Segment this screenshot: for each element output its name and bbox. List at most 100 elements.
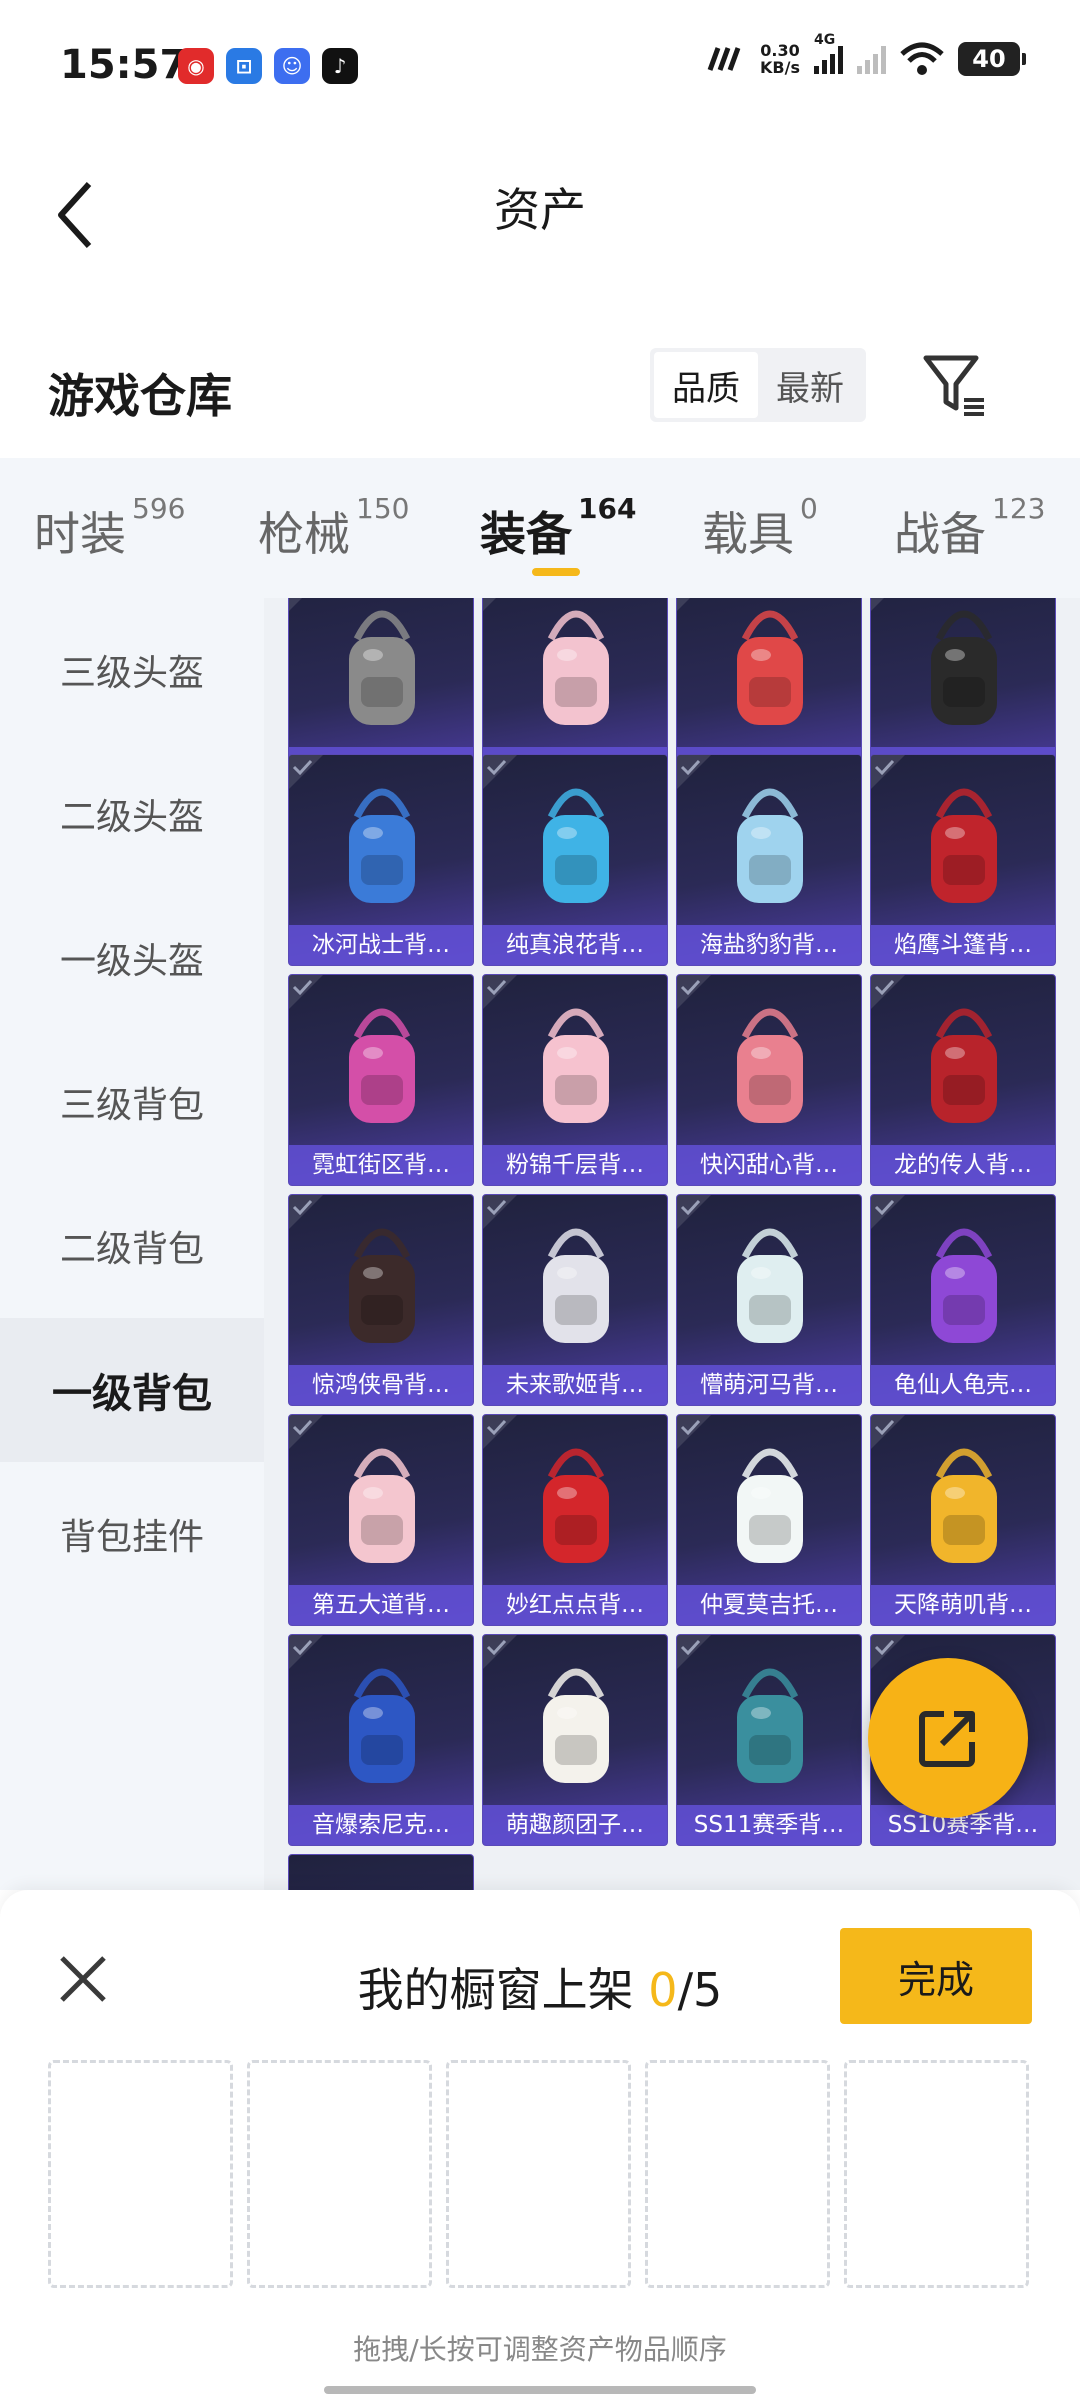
check-mark-icon xyxy=(483,598,496,611)
item-card[interactable]: 冰河战士背… xyxy=(288,754,474,966)
backpack-icon xyxy=(543,1448,609,1563)
tab-label: 载具 xyxy=(702,507,794,561)
item-name: 纯真浪花背… xyxy=(483,925,667,965)
item-card[interactable]: 纯真浪花背… xyxy=(482,754,668,966)
tiktok-icon: ♪ xyxy=(322,48,358,84)
item-name: 霓虹街区背… xyxy=(289,1145,473,1185)
backpack-icon xyxy=(931,1008,997,1123)
item-card[interactable]: 海盐豹豹背… xyxy=(676,754,862,966)
check-mark-icon xyxy=(483,1415,517,1449)
sidebar-item-backpack-1[interactable]: 一级背包 xyxy=(0,1318,264,1462)
tab-equipment[interactable]: 装备 164 xyxy=(480,492,636,564)
notification-icons: ◉ ⊡ ☺ ♪ xyxy=(178,48,358,84)
showcase-slot[interactable] xyxy=(446,2060,631,2288)
item-card[interactable]: 龟仙人龟壳… xyxy=(870,1194,1056,1406)
net-speed-unit: KB/s xyxy=(760,58,800,77)
item-name: 海盐豹豹背… xyxy=(677,925,861,965)
showcase-title-text: 我的橱窗上架 xyxy=(357,1963,634,2017)
backpack-icon xyxy=(349,1668,415,1783)
item-name: 妙红点点背… xyxy=(483,1585,667,1625)
check-mark-icon xyxy=(677,975,711,1009)
wifi-icon xyxy=(900,42,944,75)
sidebar-item-helmet-1[interactable]: 一级头盔 xyxy=(0,886,264,1030)
backpack-icon xyxy=(543,1668,609,1783)
share-button[interactable] xyxy=(868,1658,1028,1818)
item-card[interactable]: 霓虹街区背… xyxy=(288,974,474,1186)
backpack-icon xyxy=(543,1008,609,1123)
check-mark-icon xyxy=(289,1635,323,1669)
item-card[interactable]: 音爆索尼克… xyxy=(288,1634,474,1846)
item-name: 萌趣颜团子… xyxy=(483,1805,667,1845)
check-mark-icon xyxy=(483,1635,517,1669)
item-name: 快闪甜心背… xyxy=(677,1145,861,1185)
item-card[interactable]: SS11赛季背… xyxy=(676,1634,862,1846)
item-card-partial[interactable] xyxy=(288,1854,474,1890)
sort-quality[interactable]: 品质 xyxy=(654,352,758,418)
warehouse-title: 游戏仓库 xyxy=(48,369,232,423)
item-card[interactable]: 龙的传人背… xyxy=(870,974,1056,1186)
battery-icon: 40 xyxy=(958,42,1026,76)
backpack-icon xyxy=(349,610,415,725)
tab-combat-prep[interactable]: 战备 123 xyxy=(894,492,1045,564)
item-name: 音爆索尼克… xyxy=(289,1805,473,1845)
tab-vehicles[interactable]: 载具 0 xyxy=(702,492,818,564)
item-name: 龟仙人龟壳… xyxy=(871,1365,1055,1405)
backpack-icon xyxy=(737,610,803,725)
item-card[interactable]: 焰鹰斗篷背… xyxy=(870,754,1056,966)
showcase-count-total: /5 xyxy=(677,1963,723,2017)
nfc-icon xyxy=(707,47,741,71)
check-mark-icon xyxy=(871,975,905,1009)
sidebar-item-helmet-2[interactable]: 二级头盔 xyxy=(0,742,264,886)
showcase-slots xyxy=(48,2060,1029,2288)
sidebar-item-backpack-charm[interactable]: 背包挂件 xyxy=(0,1462,264,1606)
item-card[interactable]: 快闪甜心背… xyxy=(676,974,862,1186)
check-mark-icon xyxy=(677,1415,711,1449)
home-indicator[interactable] xyxy=(324,2386,756,2394)
item-card[interactable]: 未来歌姬背… xyxy=(482,1194,668,1406)
check-mark-icon xyxy=(289,1415,323,1449)
item-name: SS11赛季背… xyxy=(677,1805,861,1845)
check-mark-icon xyxy=(289,1195,323,1229)
item-card[interactable]: 粉锦千层背… xyxy=(482,974,668,1186)
item-name: 仲夏莫吉托… xyxy=(677,1585,861,1625)
tab-label: 枪械 xyxy=(258,507,350,561)
showcase-slot[interactable] xyxy=(48,2060,233,2288)
tab-count: 0 xyxy=(800,492,818,525)
page-title: 资产 xyxy=(494,183,586,237)
backpack-icon xyxy=(931,788,997,903)
backpack-icon xyxy=(737,788,803,903)
tab-count: 596 xyxy=(132,492,186,525)
showcase-slot[interactable] xyxy=(844,2060,1029,2288)
filter-button[interactable] xyxy=(920,350,990,420)
backpack-icon xyxy=(543,1228,609,1343)
sidebar-item-helmet-3[interactable]: 三级头盔 xyxy=(0,598,264,742)
item-card[interactable]: 惊鸿侠骨背… xyxy=(288,1194,474,1406)
backpack-icon xyxy=(349,788,415,903)
warehouse-header: 游戏仓库 品质 最新 xyxy=(0,330,1080,450)
item-card[interactable]: 懵萌河马背… xyxy=(676,1194,862,1406)
net-speed: 0.30 KB/s xyxy=(760,42,800,76)
item-card[interactable]: 第五大道背… xyxy=(288,1414,474,1626)
showcase-slot[interactable] xyxy=(645,2060,830,2288)
check-mark-icon xyxy=(677,1195,711,1229)
item-card[interactable]: 妙红点点背… xyxy=(482,1414,668,1626)
item-card[interactable]: 仲夏莫吉托… xyxy=(676,1414,862,1626)
tab-guns[interactable]: 枪械 150 xyxy=(258,492,409,564)
tab-count: 150 xyxy=(356,492,410,525)
item-name: 龙的传人背… xyxy=(871,1145,1055,1185)
check-mark-icon xyxy=(483,1195,517,1229)
item-name: 第五大道背… xyxy=(289,1585,473,1625)
subcategory-sidebar: 三级头盔 二级头盔 一级头盔 三级背包 二级背包 一级背包 背包挂件 xyxy=(0,598,264,1890)
check-mark-icon xyxy=(289,598,302,611)
tab-count: 164 xyxy=(578,492,637,525)
check-mark-icon xyxy=(289,975,323,1009)
item-card[interactable]: 天降萌叽背… xyxy=(870,1414,1056,1626)
item-card[interactable]: 萌趣颜团子… xyxy=(482,1634,668,1846)
check-mark-icon xyxy=(677,755,711,789)
tab-fashion[interactable]: 时装 596 xyxy=(34,492,185,564)
sort-latest[interactable]: 最新 xyxy=(758,352,862,418)
done-button[interactable]: 完成 xyxy=(840,1928,1032,2024)
showcase-slot[interactable] xyxy=(247,2060,432,2288)
sidebar-item-backpack-2[interactable]: 二级背包 xyxy=(0,1174,264,1318)
sidebar-item-backpack-3[interactable]: 三级背包 xyxy=(0,1030,264,1174)
